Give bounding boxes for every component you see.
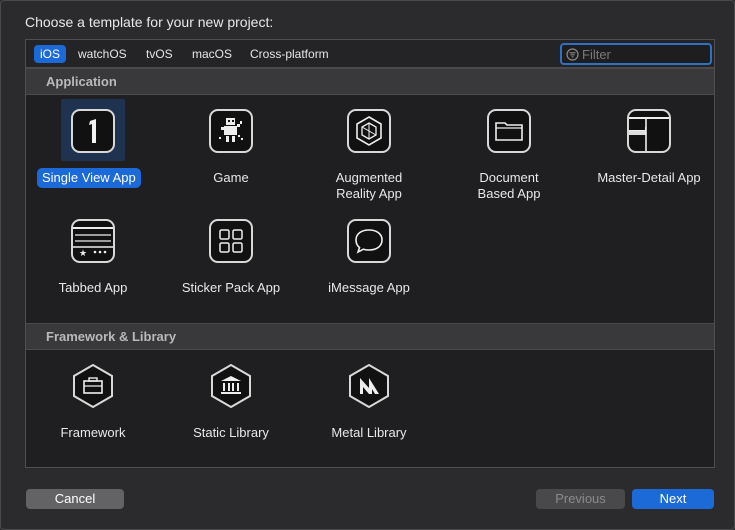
filter-icon — [566, 48, 579, 61]
filter-field[interactable] — [560, 43, 712, 65]
template-label: Sticker Pack App — [181, 280, 281, 295]
template-label-line-2: Reality App — [336, 186, 402, 201]
speech-bubble-icon — [347, 219, 391, 263]
section-header-application: Application — [26, 68, 714, 95]
dialog-heading: Choose a template for your new project: — [25, 14, 274, 30]
tab-ios[interactable]: iOS — [34, 45, 67, 63]
template-label: Static Library — [193, 425, 269, 440]
folder-icon — [487, 109, 531, 153]
svg-text:★: ★ — [79, 249, 87, 259]
template-label: Game — [213, 170, 249, 185]
template-static-library[interactable]: Static Library — [164, 363, 298, 454]
template-chooser-dialog: Choose a template for your new project: … — [0, 0, 735, 530]
tab-watchos[interactable]: watchOS — [72, 45, 133, 63]
template-sticker-pack-app[interactable]: Sticker Pack App — [164, 219, 298, 309]
ar-cube-icon — [347, 109, 391, 153]
platform-toolbar: iOS watchOS tvOS macOS Cross-platform — [26, 40, 714, 68]
tab-macos[interactable]: macOS — [186, 45, 238, 63]
template-label: iMessage App — [328, 280, 410, 295]
grid-icon — [209, 219, 253, 263]
template-label-line-2: Based App — [477, 186, 541, 201]
template-label: Tabbed App — [58, 280, 128, 295]
template-label: Framework — [60, 425, 126, 440]
template-game[interactable]: Game — [164, 109, 298, 199]
split-view-icon — [627, 109, 671, 153]
number-one-icon — [71, 109, 115, 153]
template-metal-library[interactable]: Metal Library — [302, 363, 436, 454]
metal-icon — [347, 363, 391, 409]
template-label-line-1: Augmented — [335, 170, 403, 185]
cancel-button[interactable]: Cancel — [26, 489, 124, 509]
template-single-view-app[interactable]: Single View App — [26, 99, 160, 199]
template-label: Master-Detail App — [597, 170, 701, 185]
template-framework[interactable]: Framework — [26, 363, 160, 454]
tab-tvos[interactable]: tvOS — [140, 45, 179, 63]
tab-bar-icon: ★ — [71, 219, 115, 263]
section-header-framework-library: Framework & Library — [26, 323, 714, 350]
toolbox-icon — [71, 363, 115, 409]
filter-input[interactable] — [582, 46, 706, 62]
tab-cross-platform[interactable]: Cross-platform — [244, 45, 335, 63]
template-label-line-1: Document — [479, 170, 539, 185]
template-label: Single View App — [37, 168, 141, 188]
template-augmented-reality-app[interactable]: Augmented Reality App — [302, 109, 436, 209]
game-robot-icon — [209, 109, 253, 153]
template-imessage-app[interactable]: iMessage App — [302, 219, 436, 309]
previous-button[interactable]: Previous — [536, 489, 625, 509]
template-label: Metal Library — [331, 425, 407, 440]
template-panel: iOS watchOS tvOS macOS Cross-platform Ap… — [25, 39, 715, 468]
template-tabbed-app[interactable]: ★ Tabbed App — [26, 219, 160, 309]
building-columns-icon — [209, 363, 253, 409]
template-document-based-app[interactable]: Document Based App — [442, 109, 576, 209]
template-master-detail-app[interactable]: Master-Detail App — [582, 109, 716, 199]
next-button[interactable]: Next — [632, 489, 714, 509]
